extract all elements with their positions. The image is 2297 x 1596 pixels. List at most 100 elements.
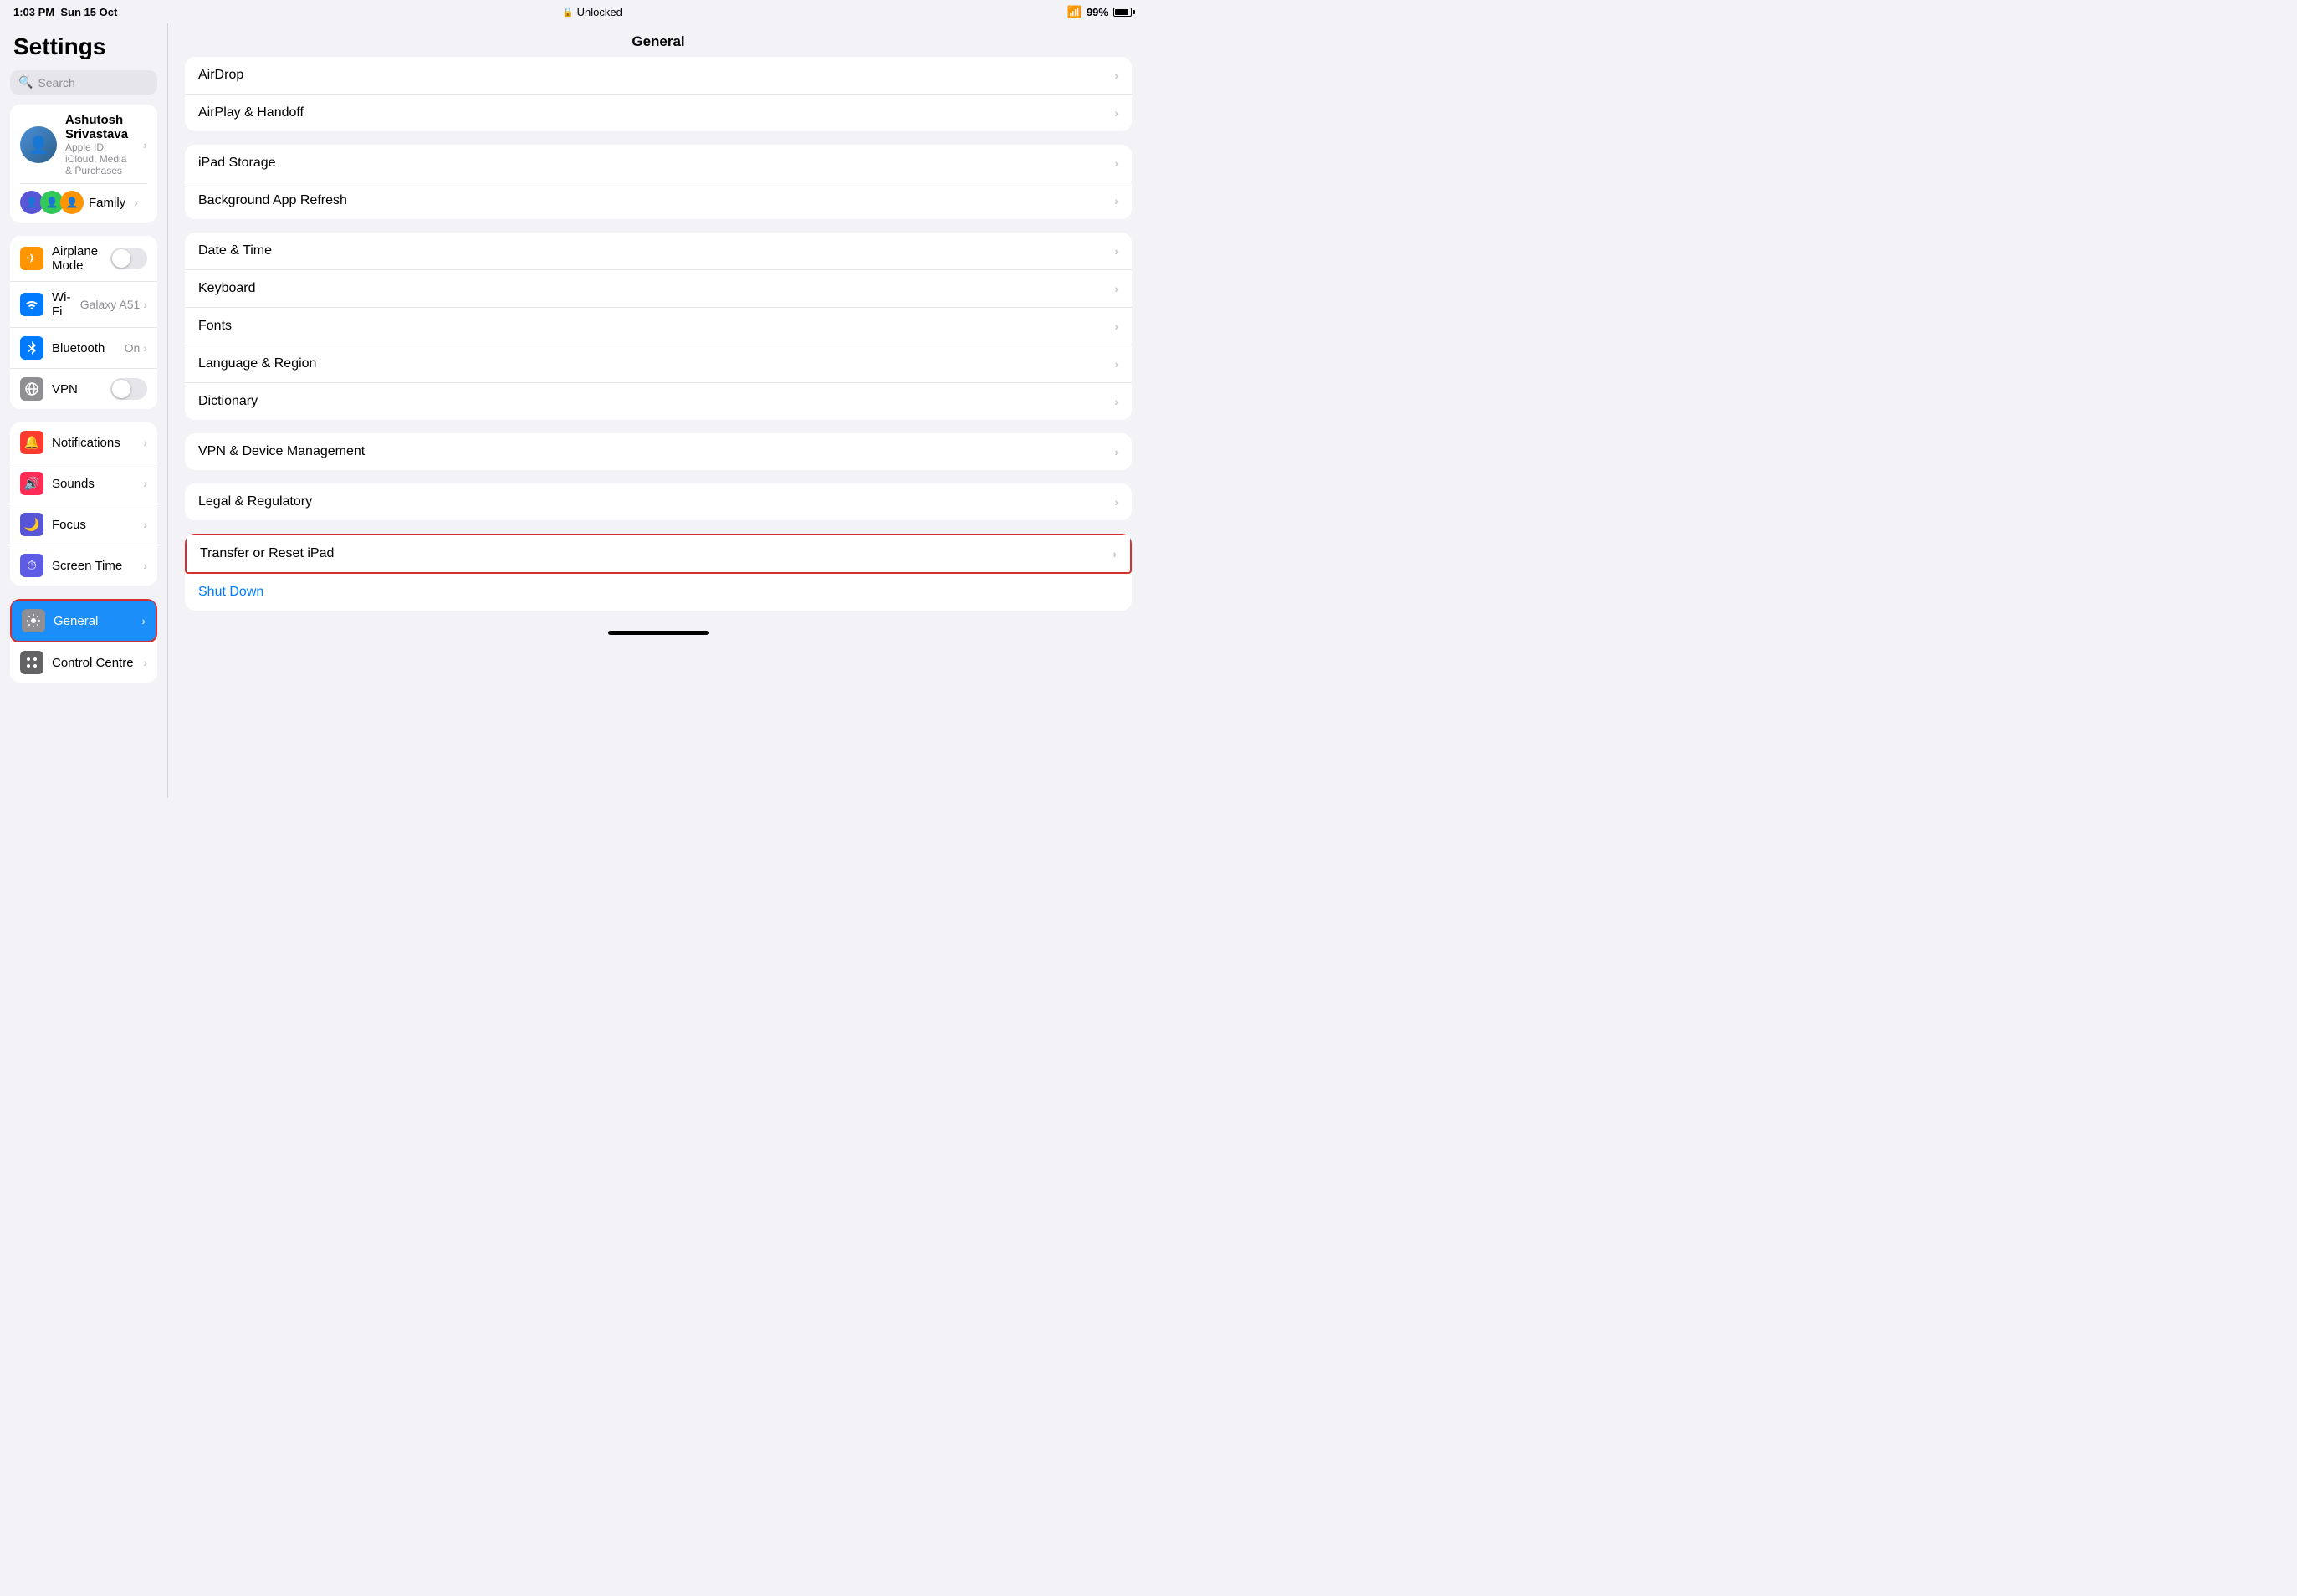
general-chevron: › [141, 614, 146, 627]
sidebar-item-control-centre[interactable]: Control Centre › [10, 642, 157, 683]
vpn-device-chevron: › [1114, 445, 1118, 458]
wifi-icon [20, 293, 43, 316]
sounds-chevron: › [143, 477, 147, 490]
date-time-chevron: › [1114, 244, 1118, 258]
wifi-status-icon: 📶 [1067, 5, 1082, 19]
screen-time-icon: ⏱ [20, 554, 43, 577]
content-section-datetime: Date & Time › Keyboard › Fonts › Languag… [185, 233, 1132, 420]
lock-icon: 🔒 [562, 7, 574, 18]
sidebar-item-screen-time[interactable]: ⏱ Screen Time › [10, 545, 157, 586]
content-title: General [168, 23, 1148, 57]
content-section-transfer: Transfer or Reset iPad › Shut Down [185, 534, 1132, 611]
transfer-reset-label: Transfer or Reset iPad [200, 546, 1113, 561]
family-label: Family [89, 196, 125, 210]
content-section-storage: iPad Storage › Background App Refresh › [185, 145, 1132, 219]
content-item-transfer-reset[interactable]: Transfer or Reset iPad › [185, 534, 1132, 574]
content-item-airplay[interactable]: AirPlay & Handoff › [185, 95, 1132, 131]
sounds-label: Sounds [52, 477, 143, 491]
content-item-keyboard[interactable]: Keyboard › [185, 270, 1132, 308]
dictionary-label: Dictionary [198, 394, 1114, 409]
dictionary-chevron: › [1114, 395, 1118, 408]
legal-chevron: › [1114, 495, 1118, 509]
airplane-mode-toggle[interactable] [110, 248, 147, 269]
bluetooth-icon [20, 336, 43, 360]
content-item-ipad-storage[interactable]: iPad Storage › [185, 145, 1132, 182]
ipad-storage-label: iPad Storage [198, 156, 1114, 171]
content-item-legal[interactable]: Legal & Regulatory › [185, 483, 1132, 520]
family-avatars: 👤 👤 👤 [20, 191, 80, 214]
profile-chevron: › [143, 138, 147, 151]
profile-subtitle: Apple ID, iCloud, Media & Purchases [65, 141, 135, 176]
notifications-icon: 🔔 [20, 431, 43, 454]
background-refresh-chevron: › [1114, 194, 1118, 207]
general-label: General [54, 614, 141, 628]
focus-icon: 🌙 [20, 513, 43, 536]
status-center: 🔒 Unlocked [562, 6, 622, 18]
language-region-chevron: › [1114, 357, 1118, 371]
screen-time-chevron: › [143, 559, 147, 572]
home-indicator [168, 624, 1148, 642]
transfer-reset-chevron: › [1113, 547, 1117, 560]
content-item-language-region[interactable]: Language & Region › [185, 345, 1132, 383]
sidebar: Settings 🔍 Search 👤 Ashutosh Srivastava … [0, 23, 167, 798]
airplane-mode-label: Airplane Mode [52, 244, 110, 273]
sidebar-item-focus[interactable]: 🌙 Focus › [10, 504, 157, 545]
family-avatar-3: 👤 [60, 191, 84, 214]
vpn-label: VPN [52, 382, 110, 396]
profile-info: Ashutosh Srivastava Apple ID, iCloud, Me… [65, 113, 135, 176]
content-item-date-time[interactable]: Date & Time › [185, 233, 1132, 270]
vpn-icon [20, 377, 43, 401]
keyboard-label: Keyboard [198, 281, 1114, 296]
content-item-airdrop[interactable]: AirDrop › [185, 57, 1132, 95]
sidebar-item-wifi[interactable]: Wi-Fi Galaxy A51 › [10, 282, 157, 328]
ipad-storage-chevron: › [1114, 156, 1118, 170]
airdrop-label: AirDrop [198, 68, 1114, 83]
unlock-label: Unlocked [577, 6, 622, 18]
sidebar-network-section: ✈ Airplane Mode Wi-Fi Galaxy A51 › [10, 236, 157, 409]
search-box[interactable]: 🔍 Search [10, 70, 157, 95]
background-refresh-label: Background App Refresh [198, 193, 1114, 208]
status-time: 1:03 PM Sun 15 Oct [13, 6, 117, 18]
legal-label: Legal & Regulatory [198, 494, 1114, 509]
wifi-value: Galaxy A51 [80, 298, 141, 311]
bluetooth-value: On [125, 341, 141, 355]
avatar: 👤 [20, 126, 57, 163]
airplane-mode-icon: ✈ [20, 247, 43, 270]
vpn-toggle[interactable] [110, 378, 147, 400]
vpn-device-label: VPN & Device Management [198, 444, 1114, 459]
keyboard-chevron: › [1114, 282, 1118, 295]
status-bar: 1:03 PM Sun 15 Oct 🔒 Unlocked 📶 99% [0, 0, 1148, 23]
family-row[interactable]: 👤 👤 👤 Family › [20, 191, 147, 214]
content-area: General AirDrop › AirPlay & Handoff › iP… [168, 23, 1148, 798]
family-chevron: › [134, 196, 138, 209]
content-section-airdrop: AirDrop › AirPlay & Handoff › [185, 57, 1132, 131]
status-right: 📶 99% [1067, 5, 1135, 19]
content-item-fonts[interactable]: Fonts › [185, 308, 1132, 345]
sounds-icon: 🔊 [20, 472, 43, 495]
profile-row[interactable]: 👤 Ashutosh Srivastava Apple ID, iCloud, … [20, 113, 147, 184]
screen-time-label: Screen Time [52, 559, 143, 573]
search-container[interactable]: 🔍 Search [0, 67, 167, 105]
content-item-background-refresh[interactable]: Background App Refresh › [185, 182, 1132, 219]
sidebar-item-general[interactable]: General › [10, 599, 157, 642]
content-section-legal: Legal & Regulatory › [185, 483, 1132, 520]
shutdown-label: Shut Down [198, 585, 1118, 600]
sidebar-item-airplane-mode[interactable]: ✈ Airplane Mode [10, 236, 157, 282]
profile-section[interactable]: 👤 Ashutosh Srivastava Apple ID, iCloud, … [10, 105, 157, 223]
sidebar-item-vpn[interactable]: VPN [10, 369, 157, 409]
general-icon [22, 609, 45, 632]
sidebar-item-sounds[interactable]: 🔊 Sounds › [10, 463, 157, 504]
content-item-shutdown[interactable]: Shut Down [185, 574, 1132, 611]
sidebar-item-notifications[interactable]: 🔔 Notifications › [10, 422, 157, 463]
profile-name: Ashutosh Srivastava [65, 113, 135, 141]
content-item-vpn-device[interactable]: VPN & Device Management › [185, 433, 1132, 470]
content-item-dictionary[interactable]: Dictionary › [185, 383, 1132, 420]
control-centre-chevron: › [143, 656, 147, 669]
date-time-label: Date & Time [198, 243, 1114, 258]
focus-chevron: › [143, 518, 147, 531]
notifications-label: Notifications [52, 436, 143, 450]
bluetooth-label: Bluetooth [52, 341, 125, 356]
battery-icon [1113, 8, 1135, 17]
sidebar-item-bluetooth[interactable]: Bluetooth On › [10, 328, 157, 369]
wifi-chevron: › [143, 298, 147, 311]
